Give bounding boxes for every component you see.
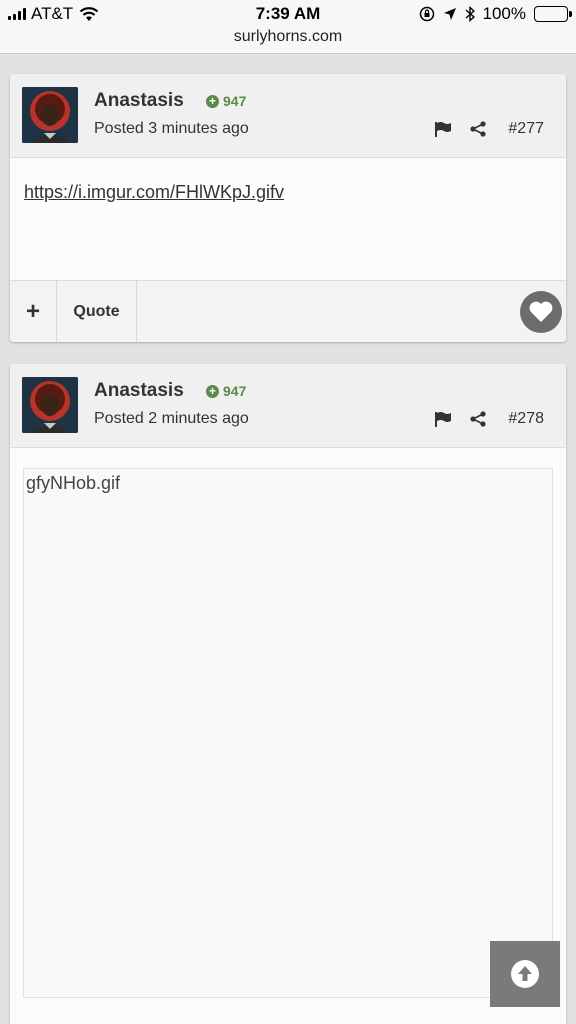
- post-header: Anastasis + 947 Posted 2 minutes ago #27…: [10, 364, 566, 448]
- content-link[interactable]: https://i.imgur.com/FHlWKpJ.gifv: [24, 182, 284, 202]
- reputation-count: 947: [223, 383, 247, 399]
- like-button[interactable]: [520, 291, 562, 333]
- multiquote-button[interactable]: +: [10, 281, 57, 342]
- image-attachment[interactable]: gfyNHob.gif: [23, 468, 553, 998]
- avatar[interactable]: [22, 87, 78, 143]
- quote-button[interactable]: Quote: [57, 281, 137, 342]
- post-footer: + Quote: [10, 280, 566, 342]
- plus-circle-icon: +: [206, 94, 219, 108]
- author-name[interactable]: Anastasis: [94, 380, 184, 402]
- reputation-badge: + 947: [206, 93, 246, 109]
- location-icon: [443, 8, 456, 20]
- arrow-up-circle-icon: [511, 960, 539, 988]
- forum-post: Anastasis + 947 Posted 2 minutes ago #27…: [10, 364, 566, 1024]
- scroll-to-top-button[interactable]: [490, 941, 560, 1007]
- post-content: https://i.imgur.com/FHlWKpJ.gifv: [10, 158, 566, 280]
- author-name[interactable]: Anastasis: [94, 90, 184, 112]
- post-number-link[interactable]: #277: [508, 120, 544, 138]
- plus-circle-icon: +: [206, 384, 219, 398]
- reputation-count: 947: [223, 93, 247, 109]
- post-timestamp: Posted 3 minutes ago: [94, 120, 249, 137]
- flag-icon[interactable]: [434, 411, 452, 427]
- post-timestamp: Posted 2 minutes ago: [94, 410, 249, 427]
- post-number-link[interactable]: #278: [508, 410, 544, 428]
- share-icon[interactable]: [470, 411, 487, 427]
- battery-percent: 100%: [482, 4, 526, 23]
- post-tools: #277: [434, 120, 544, 138]
- flag-icon[interactable]: [434, 121, 452, 137]
- orientation-lock-icon: [419, 6, 434, 22]
- avatar[interactable]: [22, 377, 78, 433]
- status-indicators: 100%: [419, 4, 572, 24]
- browser-status-bar: AT&T 7:39 AM 100% surlyhorns.com: [0, 0, 576, 54]
- attachment-filename: gfyNHob.gif: [26, 473, 121, 493]
- bluetooth-icon: [465, 6, 475, 22]
- reputation-badge: + 947: [206, 383, 246, 399]
- post-header: Anastasis + 947 Posted 3 minutes ago #27…: [10, 74, 566, 158]
- forum-post: Anastasis + 947 Posted 3 minutes ago #27…: [10, 74, 566, 342]
- share-icon[interactable]: [470, 121, 487, 137]
- url-bar[interactable]: surlyhorns.com: [0, 28, 576, 46]
- post-tools: #278: [434, 410, 544, 428]
- heart-icon: [529, 301, 553, 322]
- battery-icon: [534, 6, 572, 22]
